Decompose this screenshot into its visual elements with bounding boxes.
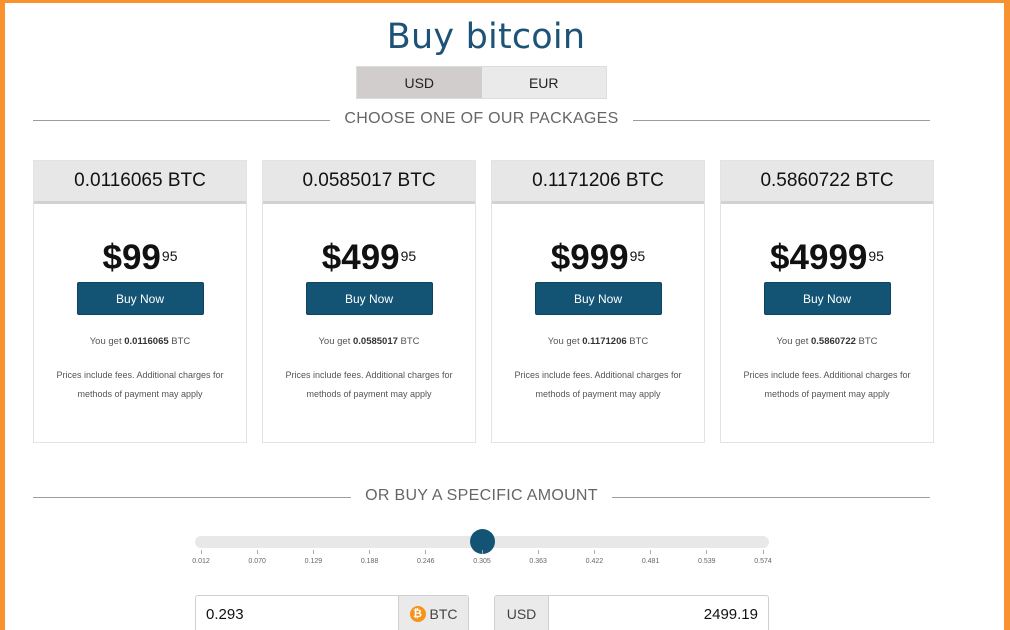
slider-tick-label: 0.481	[631, 550, 671, 565]
slider-tick-label: 0.012	[181, 550, 221, 565]
price-main: $99	[102, 238, 161, 277]
page-title: Buy bitcoin	[386, 17, 586, 57]
you-get-text: You get 0.0116065 BTC	[89, 336, 191, 347]
bitcoin-icon: ₿	[409, 606, 426, 622]
price-cents: 95	[400, 248, 417, 264]
slider-tick-label: 0.539	[687, 550, 727, 565]
package-card: 0.0116065 BTC $9995 Buy Now You get 0.01…	[33, 160, 247, 443]
usd-amount-input[interactable]	[549, 596, 768, 630]
slider-tick-label: 0.129	[293, 550, 333, 565]
slider-tick-label: 0.070	[237, 550, 277, 565]
btc-amount-field: ₿BTC	[195, 595, 469, 630]
package-btc-amount: 0.1171206 BTC	[492, 161, 704, 204]
slider-tick-label: 0.574	[743, 550, 783, 565]
fees-note: Prices include fees. Additional charges …	[514, 370, 682, 399]
page: Buy bitcoin USD EUR CHOOSE ONE OF OUR PA…	[5, 3, 1004, 630]
you-get-text: You get 0.1171206 BTC	[547, 336, 649, 347]
btc-unit-addon: ₿ BTC	[398, 596, 468, 630]
price-cents: 95	[161, 248, 178, 264]
currency-eur-option[interactable]: EUR	[481, 67, 606, 98]
specific-amount-divider: OR BUY A SPECIFIC AMOUNT	[33, 487, 930, 509]
slider-tick-label: 0.246	[406, 550, 446, 565]
amount-slider-track[interactable]	[195, 529, 769, 554]
slider-ticks: 0.012 0.070 0.129 0.188 0.246 0.305 0.363 0.422…	[192, 550, 772, 570]
usd-currency-addon: USD	[495, 596, 549, 630]
slider-tick-label: 0.305	[462, 550, 502, 565]
package-btc-amount: 0.0585017 BTC	[263, 161, 475, 204]
package-price: $9995	[34, 238, 246, 278]
package-price: $49995	[263, 238, 475, 278]
slider-tick-label: 0.363	[518, 550, 558, 565]
packages-heading: CHOOSE ONE OF OUR PACKAGES	[330, 110, 633, 127]
specific-amount-heading: OR BUY A SPECIFIC AMOUNT	[351, 487, 612, 504]
usd-amount-field: USD	[494, 595, 769, 630]
buy-now-button[interactable]: Buy Now	[763, 282, 891, 315]
fees-note: Prices include fees. Additional charges …	[56, 370, 224, 399]
price-cents: 95	[629, 248, 646, 264]
btc-unit-label: BTC	[429, 606, 458, 622]
package-card: 0.0585017 BTC $49995 Buy Now You get 0.0…	[262, 160, 476, 443]
price-main: $999	[550, 238, 629, 277]
currency-toggle: USD EUR	[356, 66, 607, 99]
slider-tick-label: 0.422	[574, 550, 614, 565]
currency-usd-option[interactable]: USD	[357, 67, 482, 98]
package-btc-amount: 0.0116065 BTC	[34, 161, 246, 204]
you-get-text: You get 0.0585017 BTC	[318, 336, 420, 347]
package-btc-amount: 0.5860722 BTC	[721, 161, 933, 204]
price-main: $4999	[770, 238, 868, 277]
btc-amount-input[interactable]	[196, 596, 398, 630]
slider-tick-label: 0.188	[350, 550, 390, 565]
price-main: $499	[321, 238, 400, 277]
package-price: $499995	[721, 238, 933, 278]
package-card: 0.1171206 BTC $99995 Buy Now You get 0.1…	[491, 160, 705, 443]
buy-now-button[interactable]: Buy Now	[305, 282, 433, 315]
you-get-text: You get 0.5860722 BTC	[776, 336, 878, 347]
packages-divider: CHOOSE ONE OF OUR PACKAGES	[33, 110, 930, 132]
price-cents: 95	[868, 248, 884, 264]
fees-note: Prices include fees. Additional charges …	[285, 370, 453, 399]
package-card: 0.5860722 BTC $499995 Buy Now You get 0.…	[720, 160, 934, 443]
buy-now-button[interactable]: Buy Now	[76, 282, 204, 315]
fees-note: Prices include fees. Additional charges …	[743, 370, 911, 399]
package-price: $99995	[492, 238, 704, 278]
buy-now-button[interactable]: Buy Now	[534, 282, 662, 315]
